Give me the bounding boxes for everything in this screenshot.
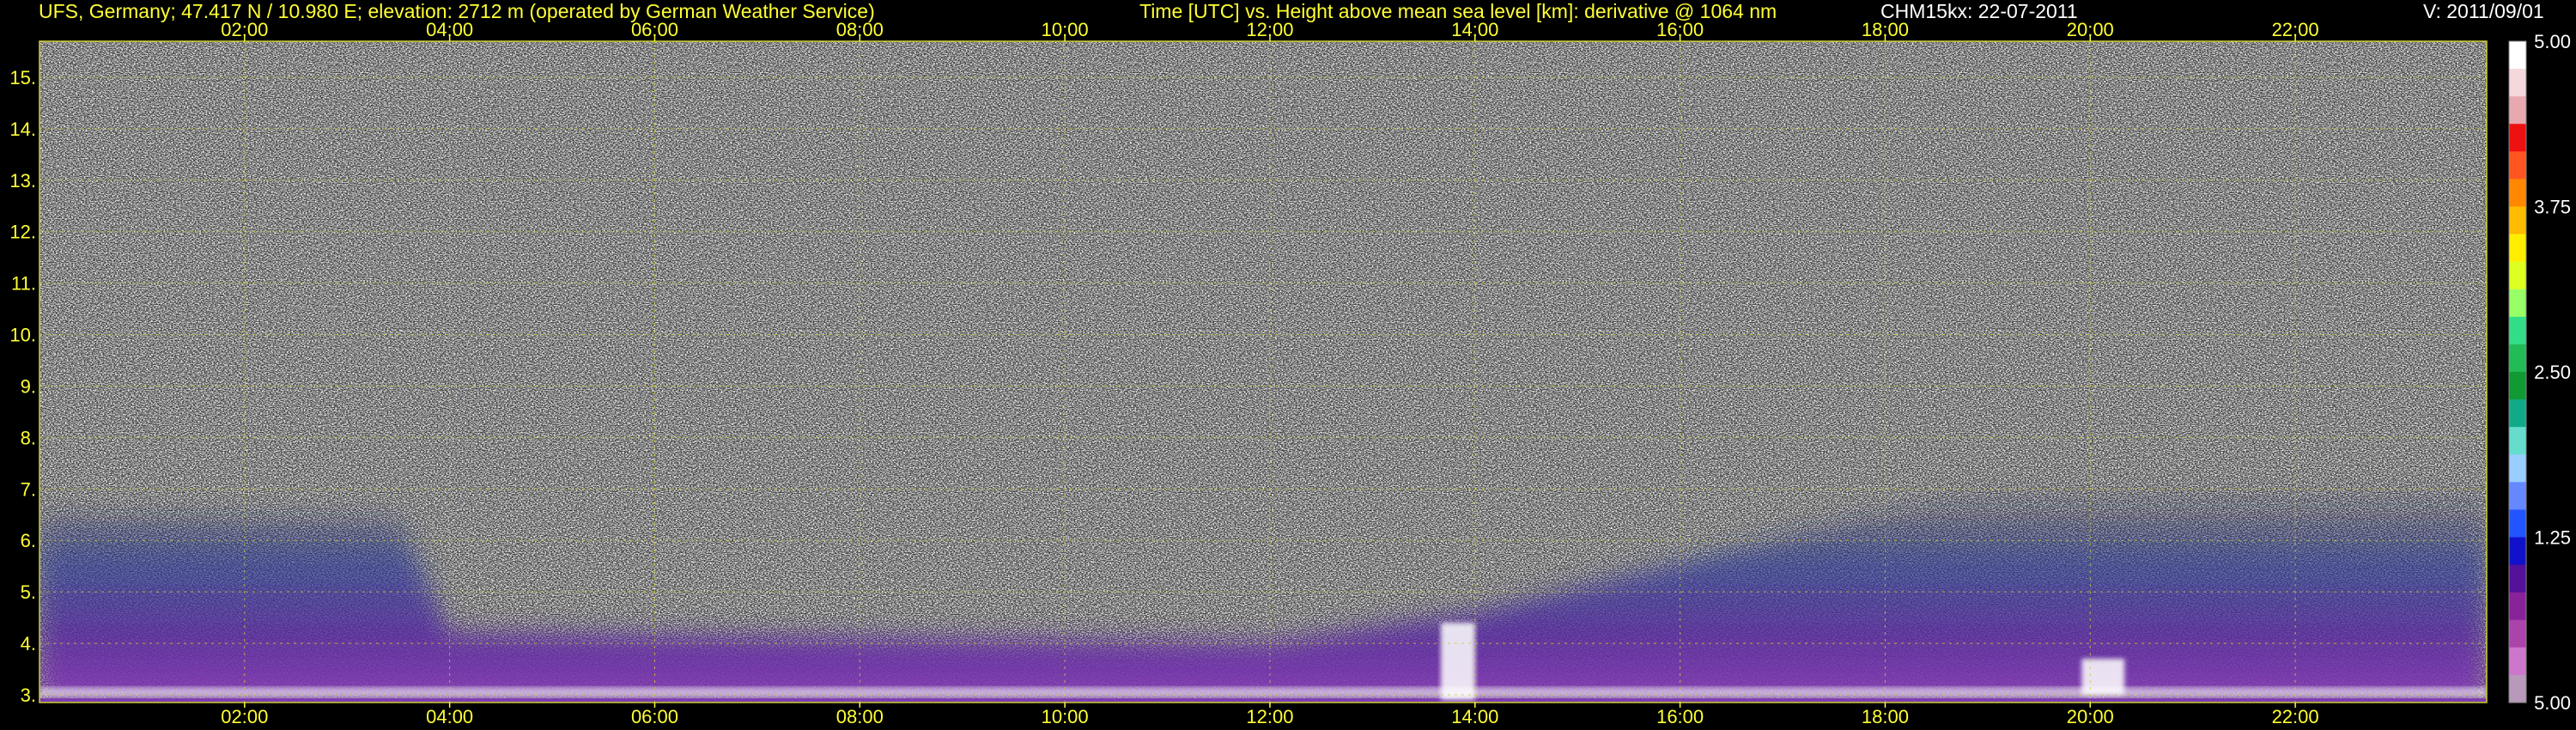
colorbar-segment — [2509, 619, 2526, 648]
colorbar-label: 5.00 — [2534, 31, 2571, 52]
y-tick-label: 5. — [21, 581, 36, 603]
colorbar-label: 3.75 — [2534, 197, 2571, 218]
colorbar-label: 1.25 — [2534, 527, 2571, 549]
y-tick-label: 9. — [21, 375, 36, 397]
colorbar-segment — [2509, 261, 2526, 290]
colorbar-segment — [2509, 124, 2526, 152]
y-tick-label: 7. — [21, 478, 36, 500]
y-tick-label: 10. — [9, 325, 36, 346]
y-tick-label: 13. — [9, 170, 36, 192]
x-tick-label-bottom: 04:00 — [426, 706, 473, 727]
x-tick-label-bottom: 16:00 — [1656, 706, 1704, 727]
y-tick-label: 8. — [21, 427, 36, 448]
colorbar-segment — [2509, 537, 2526, 566]
colorbar-label: 2.50 — [2534, 362, 2571, 383]
colorbar-segment — [2509, 151, 2526, 180]
colorbar-segment — [2509, 234, 2526, 263]
x-tick-label-bottom: 22:00 — [2272, 706, 2319, 727]
colorbar-segment — [2509, 427, 2526, 455]
colorbar-segment — [2509, 509, 2526, 538]
colorbar-segment — [2509, 564, 2526, 593]
lidar-chart: 02:0002:0004:0004:0006:0006:0008:0008:00… — [9, 19, 2571, 727]
colorbar-segment — [2509, 206, 2526, 235]
colorbar-label: 5.00 — [2534, 692, 2571, 714]
colorbar-segment — [2509, 41, 2526, 70]
colorbar-segment — [2509, 592, 2526, 621]
colorbar-segment — [2509, 316, 2526, 345]
colorbar-segment — [2509, 674, 2526, 703]
y-tick-label: 12. — [9, 222, 36, 243]
colorbar-segment — [2509, 344, 2526, 373]
x-tick-label-bottom: 18:00 — [1862, 706, 1909, 727]
colorbar-segment — [2509, 482, 2526, 511]
colorbar-segment — [2509, 372, 2526, 400]
y-tick-label: 3. — [21, 684, 36, 706]
colorbar-segment — [2509, 647, 2526, 676]
y-tick-label: 4. — [21, 633, 36, 654]
colorbar-segment — [2509, 96, 2526, 125]
cloud-event — [1440, 623, 1475, 701]
x-tick-label-bottom: 02:00 — [221, 706, 268, 727]
x-tick-label-bottom: 06:00 — [631, 706, 678, 727]
y-tick-label: 15. — [9, 67, 36, 88]
y-tick-label: 6. — [21, 530, 36, 551]
x-tick-label-bottom: 08:00 — [836, 706, 884, 727]
x-tick-label-bottom: 12:00 — [1246, 706, 1293, 727]
colorbar-segment — [2509, 69, 2526, 97]
colorbar-segment — [2509, 454, 2526, 483]
colorbar-segment — [2509, 179, 2526, 208]
x-tick-label-bottom: 14:00 — [1451, 706, 1498, 727]
x-tick-label-bottom: 20:00 — [2067, 706, 2114, 727]
x-tick-label-bottom: 10:00 — [1042, 706, 1089, 727]
cloud-event — [2081, 659, 2125, 696]
y-tick-label: 11. — [11, 273, 36, 295]
colorbar-segment — [2509, 289, 2526, 318]
y-tick-label: 14. — [9, 119, 36, 140]
colorbar-segment — [2509, 399, 2526, 428]
